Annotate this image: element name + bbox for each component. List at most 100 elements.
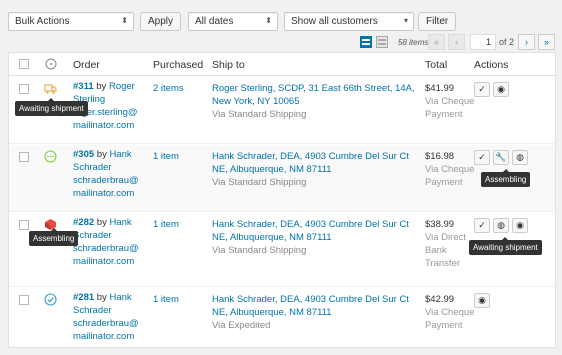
- tooltip: Assembling: [481, 169, 531, 187]
- pagination-bar: 58 items « ‹ 1 of 2 › »: [0, 34, 562, 50]
- customer-email[interactable]: schraderbrau@ mailinator.com: [73, 243, 139, 267]
- order-by: by: [96, 292, 107, 303]
- column-ship-to: Ship to: [212, 59, 245, 71]
- total-amount: $38.99: [425, 219, 455, 230]
- check-icon: ✓: [478, 152, 486, 162]
- payment-method: Via Cheque Payment: [425, 164, 475, 188]
- row-checkbox[interactable]: [19, 84, 29, 94]
- total-amount: $42.99: [425, 294, 455, 305]
- order-by: by: [96, 217, 107, 228]
- assembling-button[interactable]: 🔧: [493, 150, 509, 165]
- column-order[interactable]: Order: [73, 59, 100, 71]
- check-icon: ✓: [478, 220, 486, 230]
- customer-email[interactable]: schraderbrau@ mailinator.com: [73, 175, 139, 199]
- globe-icon: ◍: [497, 220, 505, 230]
- ship-to: Hank Schrader, DEA, 4903 Cumbre Del Sur …: [212, 150, 417, 189]
- column-purchased: Purchased: [153, 59, 204, 71]
- order-total: $38.99 Via Direct Bank Transfer: [425, 218, 475, 270]
- total-amount: $41.99: [425, 83, 455, 94]
- shipping-method: Via Standard Shipping: [212, 177, 307, 188]
- complete-button[interactable]: ✓: [474, 82, 490, 97]
- eye-icon: ◉: [497, 84, 505, 94]
- tooltip: Awaiting shipment: [15, 98, 88, 116]
- items-count: 58 items: [398, 38, 429, 47]
- table-row: #281 by Hank Schrader schraderbrau@ mail…: [9, 288, 555, 348]
- purchased-count[interactable]: 2 items: [153, 82, 184, 95]
- ship-to: Hank Schrader, DEA, 4903 Cumbre Del Sur …: [212, 293, 417, 332]
- bulk-actions-label: Bulk Actions: [15, 16, 70, 27]
- complete-button[interactable]: ✓: [474, 218, 490, 233]
- view-button[interactable]: ◉: [512, 218, 528, 233]
- row-checkbox[interactable]: [19, 152, 29, 162]
- chevron-down-icon: ▾: [403, 16, 408, 25]
- order-info: #281 by Hank Schrader schraderbrau@ mail…: [73, 291, 139, 343]
- ship-to: Hank Schrader, DEA, 4903 Cumbre Del Sur …: [212, 218, 417, 257]
- view-button[interactable]: ◉: [474, 293, 490, 308]
- purchased-count[interactable]: 1 item: [153, 218, 179, 231]
- order-info: #305 by Hank Schrader schraderbrau@ mail…: [73, 148, 139, 200]
- view-button[interactable]: ◉: [493, 82, 509, 97]
- tooltip: Assembling: [29, 228, 79, 246]
- payment-method: Via Cheque Payment: [425, 307, 475, 331]
- apply-button[interactable]: Apply: [140, 12, 182, 31]
- filter-button[interactable]: Filter: [418, 12, 457, 31]
- ship-address-link[interactable]: Roger Sterling, SCDP, 31 East 66th Stree…: [212, 83, 415, 107]
- order-number-link[interactable]: #282: [73, 217, 94, 228]
- select-all-checkbox[interactable]: [19, 59, 29, 69]
- ship-to: Roger Sterling, SCDP, 31 East 66th Stree…: [212, 82, 417, 121]
- customers-select[interactable]: Show all customers ▾: [284, 12, 414, 31]
- ship-address-link[interactable]: Hank Schrader, DEA, 4903 Cumbre Del Sur …: [212, 219, 409, 243]
- last-page-button[interactable]: »: [538, 34, 555, 50]
- dates-label: All dates: [195, 16, 234, 27]
- eye-icon: ◉: [516, 220, 524, 230]
- shipping-method: Via Expedited: [212, 320, 271, 331]
- next-page-button[interactable]: ›: [518, 34, 535, 50]
- select-arrows-icon: ⬍: [121, 16, 128, 25]
- orders-table: Order Purchased Ship to Total Actions #3…: [8, 52, 556, 348]
- awaiting-shipment-icon: [44, 84, 57, 94]
- row-checkbox[interactable]: [19, 220, 29, 230]
- customer-email[interactable]: schraderbrau@ mailinator.com: [73, 318, 139, 342]
- filters-toolbar: Bulk Actions ⬍ Apply All dates ⬍ Show al…: [8, 12, 556, 32]
- order-number-link[interactable]: #311: [73, 81, 94, 92]
- ship-address-link[interactable]: Hank Schrader, DEA, 4903 Cumbre Del Sur …: [212, 151, 409, 175]
- dates-select[interactable]: All dates ⬍: [188, 12, 278, 31]
- current-page-input[interactable]: 1: [470, 34, 496, 50]
- status-column-icon: [45, 58, 57, 70]
- check-icon: ✓: [478, 84, 486, 94]
- shipping-method: Via Standard Shipping: [212, 245, 307, 256]
- order-total: $16.98 Via Cheque Payment: [425, 150, 475, 189]
- excerpt-view-icon[interactable]: [376, 36, 388, 48]
- order-number-link[interactable]: #305: [73, 149, 94, 160]
- prev-page-button[interactable]: ‹: [448, 34, 465, 50]
- row-checkbox[interactable]: [19, 295, 29, 305]
- column-total[interactable]: Total: [425, 59, 447, 71]
- pending-icon: [44, 150, 57, 163]
- shipping-method: Via Standard Shipping: [212, 109, 307, 120]
- purchased-count[interactable]: 1 item: [153, 293, 179, 306]
- wrench-icon: 🔧: [495, 152, 507, 162]
- table-header: Order Purchased Ship to Total Actions: [9, 53, 555, 76]
- column-actions: Actions: [474, 59, 509, 71]
- bulk-actions-select[interactable]: Bulk Actions ⬍: [8, 12, 134, 31]
- first-page-button[interactable]: «: [428, 34, 445, 50]
- complete-button[interactable]: ✓: [474, 150, 490, 165]
- table-row: #311 by Roger Sterling roger.sterling@ m…: [9, 77, 555, 144]
- list-view-icon[interactable]: [360, 36, 372, 48]
- globe-button[interactable]: ◍: [493, 218, 509, 233]
- select-arrows-icon: ⬍: [265, 16, 272, 25]
- payment-method: Via Cheque Payment: [425, 96, 475, 120]
- globe-button[interactable]: ◍: [512, 150, 528, 165]
- table-row: #282 by Hank Schrader schraderbrau@ mail…: [9, 213, 555, 287]
- ship-address-link[interactable]: Hank Schrader, DEA, 4903 Cumbre Del Sur …: [212, 294, 409, 318]
- order-number-link[interactable]: #281: [73, 292, 94, 303]
- order-by: by: [96, 149, 107, 160]
- completed-icon: [44, 293, 57, 306]
- total-pages: of 2: [499, 37, 515, 47]
- table-row: #305 by Hank Schrader schraderbrau@ mail…: [9, 145, 555, 212]
- payment-method: Via Direct Bank Transfer: [425, 232, 467, 269]
- order-info: #282 by Hank Schrader schraderbrau@ mail…: [73, 216, 139, 268]
- purchased-count[interactable]: 1 item: [153, 150, 179, 163]
- tooltip: Awaiting shipment: [469, 237, 542, 255]
- order-by: by: [96, 81, 107, 92]
